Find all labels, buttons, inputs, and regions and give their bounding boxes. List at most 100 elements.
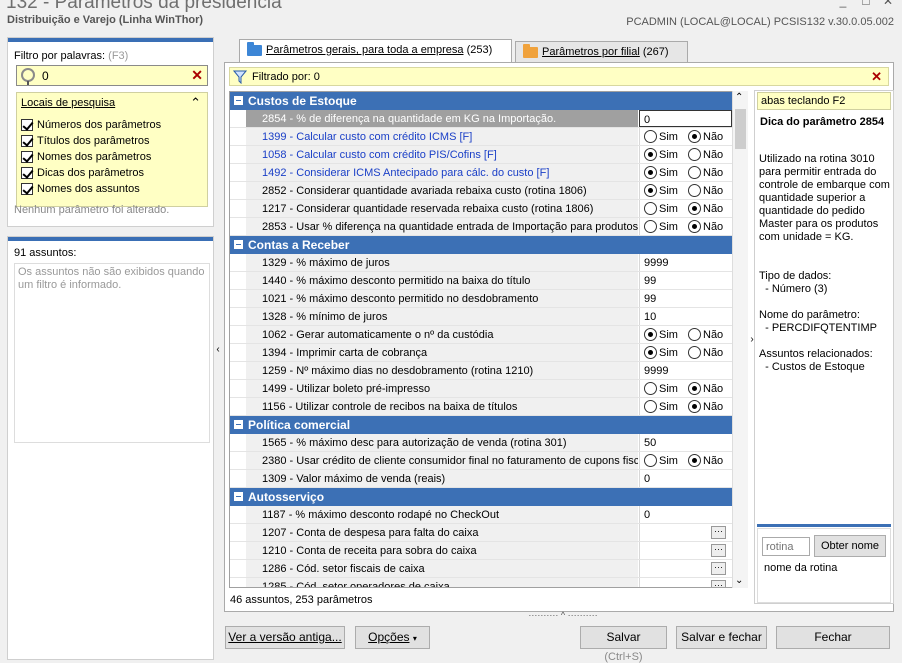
checkbox-icon[interactable] [21, 183, 33, 196]
rotina-input[interactable] [762, 537, 810, 556]
lookup-button[interactable]: ··· [711, 562, 726, 575]
group-header[interactable]: Autosserviço [230, 488, 747, 506]
radio-icon[interactable] [644, 382, 657, 395]
radio-option-sim[interactable]: Sim [644, 326, 688, 344]
radio-option-nao[interactable]: Não [688, 164, 732, 182]
radio-option-nao[interactable]: Não [688, 200, 732, 218]
radio-option-sim[interactable]: Sim [644, 182, 688, 200]
parameter-row[interactable]: 1309 - Valor máximo de venda (reais) 0 [230, 470, 747, 488]
parameter-row[interactable]: 1058 - Calcular custo com crédito PIS/Co… [230, 146, 747, 164]
clear-active-filter-icon[interactable]: ✕ [871, 69, 882, 85]
parameter-value[interactable]: ··· [639, 560, 732, 577]
radio-option-sim[interactable]: Sim [644, 380, 688, 398]
parameter-value[interactable]: Sim Não [639, 128, 732, 145]
radio-icon[interactable] [644, 346, 657, 359]
checkbox-icon[interactable] [21, 119, 33, 132]
collapse-group-icon[interactable] [234, 492, 243, 501]
search-location-item[interactable]: Dicas dos parâmetros [21, 165, 161, 181]
radio-icon[interactable] [644, 148, 657, 161]
radio-option-nao[interactable]: Não [688, 380, 732, 398]
parameter-row[interactable]: 2852 - Considerar quantidade avariada re… [230, 182, 747, 200]
lookup-button[interactable]: ··· [711, 580, 726, 587]
radio-option-sim[interactable]: Sim [644, 164, 688, 182]
parameter-row[interactable]: 1440 - % máximo desconto permitido na ba… [230, 272, 747, 290]
parameter-row[interactable]: 1156 - Utilizar controle de recibos na b… [230, 398, 747, 416]
old-version-button[interactable]: Ver a versão antiga... [225, 626, 345, 649]
minimize-button[interactable]: _ [833, 0, 853, 8]
group-header[interactable]: Custos de Estoque [230, 92, 747, 110]
radio-option-nao[interactable]: Não [688, 452, 732, 470]
group-header[interactable]: Contas a Receber [230, 236, 747, 254]
radio-icon[interactable] [688, 382, 701, 395]
parameter-row[interactable]: 2854 - % de diferença na quantidade em K… [230, 110, 747, 128]
radio-icon[interactable] [688, 202, 701, 215]
radio-icon[interactable] [644, 400, 657, 413]
parameter-value[interactable]: ··· [639, 524, 732, 541]
parameter-row[interactable]: 1217 - Considerar quantidade reservada r… [230, 200, 747, 218]
parameter-row[interactable]: 1286 - Cód. setor fiscais de caixa ··· [230, 560, 747, 578]
radio-option-nao[interactable]: Não [688, 128, 732, 146]
splitter-bottom-handle[interactable]: ·········· ^ ·········· [459, 611, 667, 620]
radio-option-nao[interactable]: Não [688, 398, 732, 416]
radio-option-sim[interactable]: Sim [644, 200, 688, 218]
scroll-thumb[interactable] [735, 109, 746, 149]
parameter-value[interactable]: Sim Não [639, 380, 732, 397]
radio-icon[interactable] [644, 328, 657, 341]
parameter-value[interactable]: 99 [639, 272, 732, 289]
parameter-row[interactable]: 1329 - % máximo de juros 9999 [230, 254, 747, 272]
collapse-group-icon[interactable] [234, 420, 243, 429]
parameter-value[interactable]: 0 [639, 506, 732, 523]
radio-icon[interactable] [688, 346, 701, 359]
radio-icon[interactable] [688, 220, 701, 233]
radio-icon[interactable] [688, 148, 701, 161]
collapse-group-icon[interactable] [234, 240, 243, 249]
checkbox-icon[interactable] [21, 135, 33, 148]
save-button[interactable]: Salvar [580, 626, 667, 649]
parameter-value[interactable]: 9999 [639, 362, 732, 379]
parameter-value[interactable]: Sim Não [639, 398, 732, 415]
radio-icon[interactable] [644, 166, 657, 179]
parameter-value[interactable]: Sim Não [639, 200, 732, 217]
tab-general-params[interactable]: Parâmetros gerais, para toda a empresa (… [239, 39, 512, 63]
splitter-left-handle[interactable]: ‹ [214, 340, 222, 360]
parameter-value[interactable]: Sim Não [639, 182, 732, 199]
radio-icon[interactable] [644, 202, 657, 215]
parameter-value[interactable]: 0 [639, 470, 732, 487]
search-location-item[interactable]: Nomes dos parâmetros [21, 149, 161, 165]
radio-option-sim[interactable]: Sim [644, 146, 688, 164]
parameter-value[interactable]: Sim Não [639, 344, 732, 361]
filter-input[interactable]: 0 ✕ [16, 65, 208, 86]
parameter-value[interactable]: ··· [639, 578, 732, 587]
radio-icon[interactable] [688, 166, 701, 179]
options-button[interactable]: Opções ▾ [355, 626, 430, 649]
checkbox-icon[interactable] [21, 151, 33, 164]
save-and-close-button[interactable]: Salvar e fechar [676, 626, 767, 649]
parameter-row[interactable]: 2853 - Usar % diferença na quantidade en… [230, 218, 747, 236]
search-location-item[interactable]: Títulos dos parâmetros [21, 133, 161, 149]
radio-option-sim[interactable]: Sim [644, 128, 688, 146]
radio-option-nao[interactable]: Não [688, 146, 732, 164]
parameter-row[interactable]: 1499 - Utilizar boleto pré-impresso Sim Nã… [230, 380, 747, 398]
parameter-value[interactable]: 9999 [639, 254, 732, 271]
search-locations-title[interactable]: Locais de pesquisa [21, 97, 115, 109]
parameter-value[interactable]: Sim Não [639, 146, 732, 163]
radio-icon[interactable] [688, 400, 701, 413]
parameter-row[interactable]: 2380 - Usar crédito de cliente consumido… [230, 452, 747, 470]
radio-icon[interactable] [688, 328, 701, 341]
radio-option-nao[interactable]: Não [688, 218, 732, 236]
parameter-value[interactable]: 99 [639, 290, 732, 307]
parameter-row[interactable]: 1285 - Cód. setor operadores de caixa ··· [230, 578, 747, 587]
radio-icon[interactable] [688, 454, 701, 467]
parameter-row[interactable]: 1565 - % máximo desc para autorização de… [230, 434, 747, 452]
parameter-row[interactable]: 1328 - % mínimo de juros 10 [230, 308, 747, 326]
parameter-value[interactable]: Sim Não [639, 218, 732, 235]
scroll-up-icon[interactable]: ⌃ [735, 92, 743, 103]
lookup-button[interactable]: ··· [711, 544, 726, 557]
search-location-item[interactable]: Nomes dos assuntos [21, 181, 161, 197]
close-button[interactable]: Fechar [776, 626, 890, 649]
radio-icon[interactable] [644, 184, 657, 197]
parameter-value[interactable]: 10 [639, 308, 732, 325]
close-window-button[interactable]: ✕ [878, 0, 898, 8]
parameter-value[interactable]: Sim Não [639, 164, 732, 181]
parameter-row[interactable]: 1187 - % máximo desconto rodapé no Check… [230, 506, 747, 524]
